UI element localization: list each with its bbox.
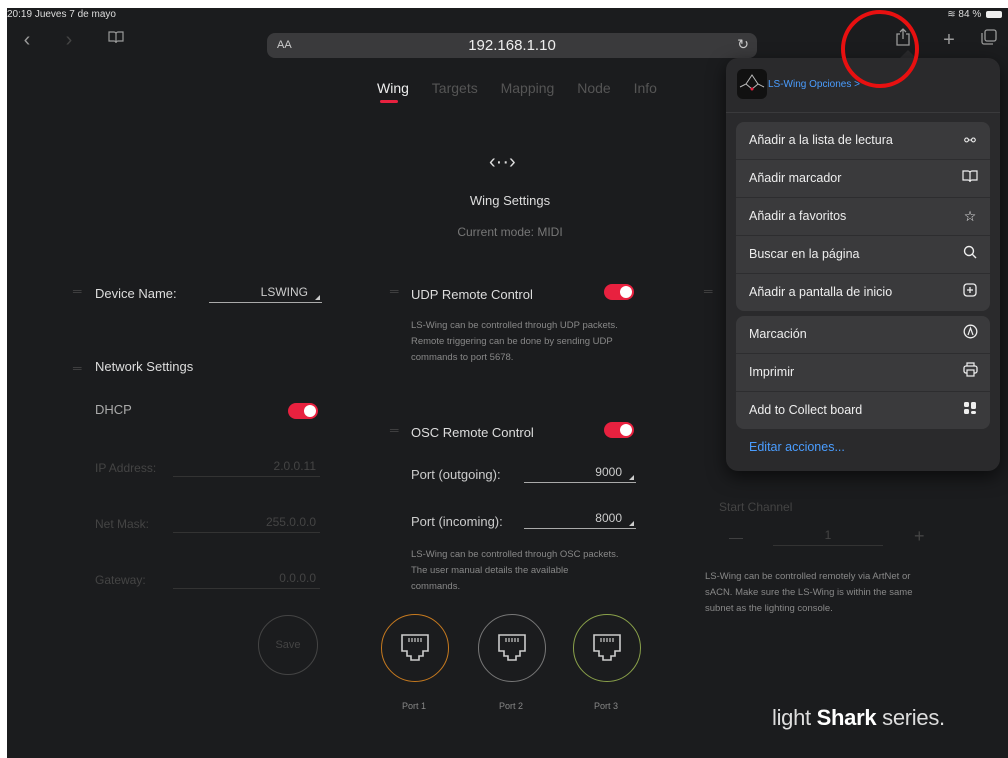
share-app-title[interactable]: LS-Wing Opciones > [768,79,860,90]
port-1-label: Port 1 [401,701,426,711]
udp-description: LS-Wing can be controlled through UDP pa… [411,320,618,363]
book-icon [960,168,980,188]
tab-targets[interactable]: Targets [432,80,478,96]
share-actions-group: Añadir a la lista de lectura ⚯ Añadir mar… [736,122,990,311]
page-title: Wing Settings [469,193,551,208]
url-text[interactable]: 192.168.1.10 [267,37,757,54]
address-bar[interactable]: AA 192.168.1.10 ↻ [267,33,757,58]
tab-info[interactable]: Info [634,80,657,96]
share-extensions-group: Marcación Imprimir Add to Collect board [736,316,990,429]
menu-item-add-home-screen[interactable]: Añadir a pantalla de inicio [736,274,990,311]
bookmarks-icon[interactable] [104,28,128,52]
port-3-icon[interactable] [573,614,641,682]
forward-icon[interactable]: › [57,28,81,52]
menu-item-find-on-page[interactable]: Buscar en la página [736,236,990,274]
edit-actions-link[interactable]: Editar acciones... [749,440,845,454]
new-tab-icon[interactable]: + [937,28,961,52]
app-tabs: Wing Targets Mapping Node Info [377,80,676,103]
decrement-button[interactable]: — [729,529,743,545]
network-settings-heading: Network Settings [95,359,194,374]
device-name-field[interactable]: LSWING [209,285,322,303]
port-incoming-field[interactable]: 8000 [524,511,636,529]
print-icon [960,362,980,382]
ipad-screen: 20:19 Jueves 7 de mayo ≋ 84 % ‹ › AA 192… [7,8,1008,758]
back-icon[interactable]: ‹ [15,28,39,52]
collect-icon [960,400,980,420]
tab-mapping[interactable]: Mapping [501,80,555,96]
menu-item-reading-list[interactable]: Añadir a la lista de lectura ⚯ [736,122,990,160]
battery-percent: 84 % [958,9,982,20]
share-sheet: LS-Wing Opciones > Añadir a la lista de … [726,58,1000,471]
wifi-icon: ≋ [947,9,956,20]
port-3-label: Port 3 [593,701,618,711]
osc-description: LS-Wing can be controlled through OSC pa… [411,549,619,592]
current-mode: Current mode: MIDI [457,225,563,239]
udp-remote-label: UDP Remote Control [411,287,533,302]
device-name-label: Device Name: [95,286,177,301]
osc-remote-label: OSC Remote Control [411,425,534,440]
port-1-icon[interactable] [381,614,449,682]
net-mask-field[interactable]: 255.0.0.0 [173,515,320,533]
menu-item-add-bookmark[interactable]: Añadir marcador [736,160,990,198]
start-channel-field[interactable]: 1 [773,528,883,546]
save-button[interactable]: Save [258,615,318,675]
glasses-icon: ⚯ [964,132,976,148]
net-mask-label: Net Mask: [95,517,150,531]
port-2-icon[interactable] [478,614,546,682]
drag-handle-icon[interactable]: ═ [390,423,399,437]
search-icon [960,244,980,264]
tabs-overview-icon[interactable] [977,28,1001,52]
wing-code-icon: ‹··› [489,151,516,173]
active-tab-indicator [380,100,398,103]
battery-icon [986,10,1002,18]
osc-remote-toggle[interactable] [604,422,634,438]
port-2-label: Port 2 [498,701,523,711]
port-outgoing-field[interactable]: 9000 [524,465,636,483]
tab-wing[interactable]: Wing [377,80,409,103]
dhcp-toggle[interactable] [288,403,318,419]
dhcp-label: DHCP [95,402,132,417]
udp-remote-toggle[interactable] [604,284,634,300]
status-time: 20:19 Jueves 7 de mayo [7,9,116,20]
gateway-label: Gateway: [95,573,146,587]
markup-icon [960,324,980,344]
ip-address-field[interactable]: 2.0.0.11 [173,459,320,477]
menu-item-collect-board[interactable]: Add to Collect board [736,392,990,429]
menu-item-add-favorites[interactable]: Añadir a favoritos ☆ [736,198,990,236]
port-incoming-label: Port (incoming): [411,514,503,529]
gateway-field[interactable]: 0.0.0.0 [173,571,320,589]
increment-button[interactable]: + [914,526,925,547]
drag-handle-icon[interactable]: ═ [390,284,399,298]
star-icon: ☆ [963,208,977,224]
menu-item-print[interactable]: Imprimir [736,354,990,392]
lightshark-logo: light Shark series. [772,705,945,730]
port-outgoing-label: Port (outgoing): [411,467,501,482]
app-logo [737,69,767,99]
artnet-description: LS-Wing can be controlled remotely via A… [705,571,913,614]
drag-handle-icon[interactable]: ═ [73,361,82,375]
add-square-icon [960,282,980,302]
annotation-circle [841,10,919,88]
ip-address-label: IP Address: [95,461,157,475]
reload-icon[interactable]: ↻ [737,36,749,53]
battery-indicator: ≋ 84 % [947,9,1002,20]
start-channel-label: Start Channel [719,500,793,514]
menu-item-markup[interactable]: Marcación [736,316,990,354]
tab-node[interactable]: Node [577,80,610,96]
drag-handle-icon[interactable]: ═ [704,284,713,298]
drag-handle-icon[interactable]: ═ [73,284,82,298]
